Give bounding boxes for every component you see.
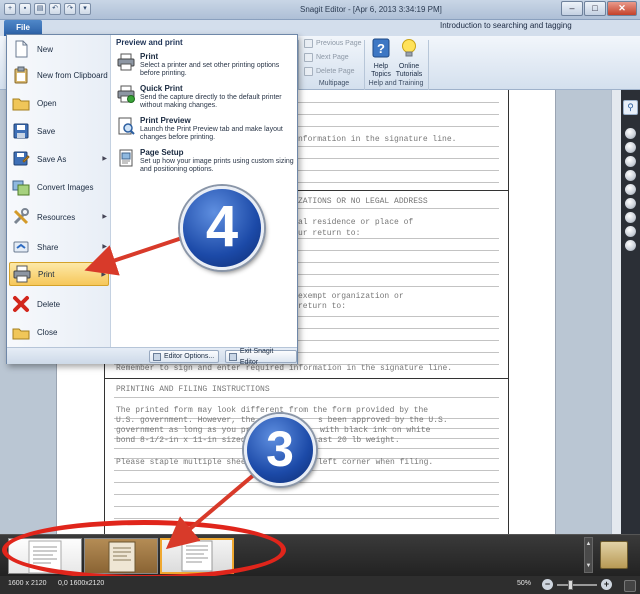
annotation-arrows — [84, 234, 264, 550]
step-three-callout: 3 — [244, 414, 316, 486]
arrow-to-print — [84, 234, 189, 276]
step-four-callout: 4 — [180, 186, 264, 270]
arrow-to-thumbnail — [165, 466, 264, 550]
snagit-editor-window: + ▪ ▤ ↶ ↷ ▾ Snagit Editor - [Apr 6, 2013… — [0, 0, 640, 594]
